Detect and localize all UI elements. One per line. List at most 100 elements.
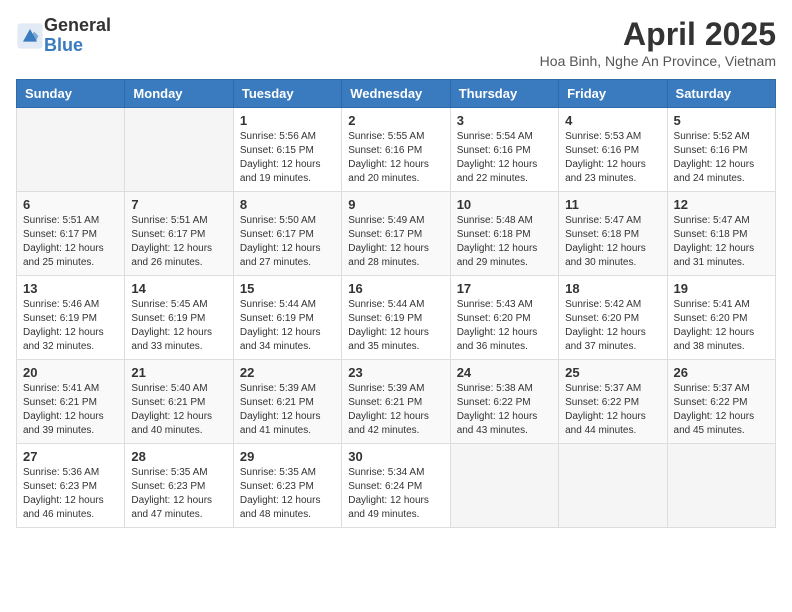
calendar-day-cell: 11Sunrise: 5:47 AM Sunset: 6:18 PM Dayli… bbox=[559, 192, 667, 276]
day-info: Sunrise: 5:50 AM Sunset: 6:17 PM Dayligh… bbox=[240, 214, 335, 270]
day-number: 15 bbox=[240, 281, 335, 296]
day-info: Sunrise: 5:44 AM Sunset: 6:19 PM Dayligh… bbox=[348, 298, 443, 354]
day-number: 20 bbox=[23, 365, 118, 380]
calendar-body: 1 Sunrise: 5:56 AM Sunset: 6:15 PM Daylig… bbox=[17, 108, 776, 528]
day-info: Sunrise: 5:37 AM Sunset: 6:22 PM Dayligh… bbox=[674, 382, 769, 438]
day-info: Sunrise: 5:38 AM Sunset: 6:22 PM Dayligh… bbox=[457, 382, 552, 438]
day-number: 3 bbox=[457, 113, 552, 128]
day-number: 22 bbox=[240, 365, 335, 380]
calendar-day-header: Sunday bbox=[17, 80, 125, 108]
calendar-week-row: 1 Sunrise: 5:56 AM Sunset: 6:15 PM Daylig… bbox=[17, 108, 776, 192]
day-number: 27 bbox=[23, 449, 118, 464]
day-number: 19 bbox=[674, 281, 769, 296]
day-info: Sunrise: 5:42 AM Sunset: 6:20 PM Dayligh… bbox=[565, 298, 660, 354]
calendar-day-header: Saturday bbox=[667, 80, 775, 108]
calendar-day-header: Wednesday bbox=[342, 80, 450, 108]
day-number: 26 bbox=[674, 365, 769, 380]
logo: General Blue bbox=[16, 16, 111, 56]
calendar-day-cell: 13 Sunrise: 5:46 AM Sunset: 6:19 PM Dayli… bbox=[17, 276, 125, 360]
day-number: 8 bbox=[240, 197, 335, 212]
calendar-week-row: 27 Sunrise: 5:36 AM Sunset: 6:23 PM Dayli… bbox=[17, 444, 776, 528]
logo-general-text: General bbox=[44, 15, 111, 35]
day-info: Sunrise: 5:39 AM Sunset: 6:21 PM Dayligh… bbox=[240, 382, 335, 438]
calendar-day-cell: 22 Sunrise: 5:39 AM Sunset: 6:21 PM Dayli… bbox=[233, 360, 341, 444]
calendar-day-cell: 20 Sunrise: 5:41 AM Sunset: 6:21 PM Dayli… bbox=[17, 360, 125, 444]
day-info: Sunrise: 5:54 AM Sunset: 6:16 PM Dayligh… bbox=[457, 130, 552, 186]
day-number: 6 bbox=[23, 197, 118, 212]
day-number: 29 bbox=[240, 449, 335, 464]
calendar-week-row: 6 Sunrise: 5:51 AM Sunset: 6:17 PM Daylig… bbox=[17, 192, 776, 276]
day-info: Sunrise: 5:43 AM Sunset: 6:20 PM Dayligh… bbox=[457, 298, 552, 354]
calendar-day-cell: 30 Sunrise: 5:34 AM Sunset: 6:24 PM Dayli… bbox=[342, 444, 450, 528]
day-number: 10 bbox=[457, 197, 552, 212]
day-info: Sunrise: 5:39 AM Sunset: 6:21 PM Dayligh… bbox=[348, 382, 443, 438]
calendar-day-cell: 25 Sunrise: 5:37 AM Sunset: 6:22 PM Dayli… bbox=[559, 360, 667, 444]
day-number: 11 bbox=[565, 197, 660, 212]
calendar-day-cell bbox=[17, 108, 125, 192]
logo-blue-text: Blue bbox=[44, 35, 83, 55]
calendar-day-cell: 27 Sunrise: 5:36 AM Sunset: 6:23 PM Dayli… bbox=[17, 444, 125, 528]
calendar-day-cell: 3 Sunrise: 5:54 AM Sunset: 6:16 PM Daylig… bbox=[450, 108, 558, 192]
calendar-day-cell: 24 Sunrise: 5:38 AM Sunset: 6:22 PM Dayli… bbox=[450, 360, 558, 444]
day-info: Sunrise: 5:49 AM Sunset: 6:17 PM Dayligh… bbox=[348, 214, 443, 270]
day-number: 17 bbox=[457, 281, 552, 296]
calendar-day-cell: 12 Sunrise: 5:47 AM Sunset: 6:18 PM Dayli… bbox=[667, 192, 775, 276]
day-info: Sunrise: 5:37 AM Sunset: 6:22 PM Dayligh… bbox=[565, 382, 660, 438]
calendar-day-cell bbox=[450, 444, 558, 528]
day-number: 13 bbox=[23, 281, 118, 296]
day-info: Sunrise: 5:35 AM Sunset: 6:23 PM Dayligh… bbox=[240, 466, 335, 522]
day-info: Sunrise: 5:40 AM Sunset: 6:21 PM Dayligh… bbox=[131, 382, 226, 438]
calendar-day-cell: 29 Sunrise: 5:35 AM Sunset: 6:23 PM Dayli… bbox=[233, 444, 341, 528]
day-number: 12 bbox=[674, 197, 769, 212]
day-info: Sunrise: 5:51 AM Sunset: 6:17 PM Dayligh… bbox=[131, 214, 226, 270]
calendar-day-cell: 19 Sunrise: 5:41 AM Sunset: 6:20 PM Dayli… bbox=[667, 276, 775, 360]
day-info: Sunrise: 5:47 AM Sunset: 6:18 PM Dayligh… bbox=[674, 214, 769, 270]
day-number: 28 bbox=[131, 449, 226, 464]
day-info: Sunrise: 5:36 AM Sunset: 6:23 PM Dayligh… bbox=[23, 466, 118, 522]
calendar-day-cell: 10Sunrise: 5:48 AM Sunset: 6:18 PM Dayli… bbox=[450, 192, 558, 276]
day-number: 2 bbox=[348, 113, 443, 128]
calendar-day-header: Thursday bbox=[450, 80, 558, 108]
day-number: 16 bbox=[348, 281, 443, 296]
calendar-day-header: Friday bbox=[559, 80, 667, 108]
calendar-day-cell: 15Sunrise: 5:44 AM Sunset: 6:19 PM Dayli… bbox=[233, 276, 341, 360]
day-info: Sunrise: 5:45 AM Sunset: 6:19 PM Dayligh… bbox=[131, 298, 226, 354]
header: General Blue April 2025 Hoa Binh, Nghe A… bbox=[16, 16, 776, 69]
calendar-day-cell: 14Sunrise: 5:45 AM Sunset: 6:19 PM Dayli… bbox=[125, 276, 233, 360]
day-info: Sunrise: 5:55 AM Sunset: 6:16 PM Dayligh… bbox=[348, 130, 443, 186]
calendar-day-cell: 7Sunrise: 5:51 AM Sunset: 6:17 PM Daylig… bbox=[125, 192, 233, 276]
day-info: Sunrise: 5:56 AM Sunset: 6:15 PM Dayligh… bbox=[240, 130, 335, 186]
calendar-title: April 2025 bbox=[540, 16, 776, 53]
calendar-week-row: 13 Sunrise: 5:46 AM Sunset: 6:19 PM Dayli… bbox=[17, 276, 776, 360]
day-number: 18 bbox=[565, 281, 660, 296]
calendar-day-cell: 4 Sunrise: 5:53 AM Sunset: 6:16 PM Daylig… bbox=[559, 108, 667, 192]
day-number: 25 bbox=[565, 365, 660, 380]
calendar-day-header: Monday bbox=[125, 80, 233, 108]
day-info: Sunrise: 5:35 AM Sunset: 6:23 PM Dayligh… bbox=[131, 466, 226, 522]
day-number: 21 bbox=[131, 365, 226, 380]
day-info: Sunrise: 5:34 AM Sunset: 6:24 PM Dayligh… bbox=[348, 466, 443, 522]
calendar-day-cell: 18 Sunrise: 5:42 AM Sunset: 6:20 PM Dayli… bbox=[559, 276, 667, 360]
day-number: 5 bbox=[674, 113, 769, 128]
day-info: Sunrise: 5:53 AM Sunset: 6:16 PM Dayligh… bbox=[565, 130, 660, 186]
day-info: Sunrise: 5:41 AM Sunset: 6:20 PM Dayligh… bbox=[674, 298, 769, 354]
day-number: 9 bbox=[348, 197, 443, 212]
calendar-day-cell: 28 Sunrise: 5:35 AM Sunset: 6:23 PM Dayli… bbox=[125, 444, 233, 528]
day-number: 24 bbox=[457, 365, 552, 380]
calendar-day-cell: 26 Sunrise: 5:37 AM Sunset: 6:22 PM Dayli… bbox=[667, 360, 775, 444]
calendar-day-cell: 17 Sunrise: 5:43 AM Sunset: 6:20 PM Dayli… bbox=[450, 276, 558, 360]
day-number: 4 bbox=[565, 113, 660, 128]
day-info: Sunrise: 5:41 AM Sunset: 6:21 PM Dayligh… bbox=[23, 382, 118, 438]
day-info: Sunrise: 5:46 AM Sunset: 6:19 PM Dayligh… bbox=[23, 298, 118, 354]
calendar-day-cell: 21 Sunrise: 5:40 AM Sunset: 6:21 PM Dayli… bbox=[125, 360, 233, 444]
calendar-day-cell: 8 Sunrise: 5:50 AM Sunset: 6:17 PM Daylig… bbox=[233, 192, 341, 276]
calendar-day-header: Tuesday bbox=[233, 80, 341, 108]
calendar-day-cell: 6Sunrise: 5:51 AM Sunset: 6:17 PM Daylig… bbox=[17, 192, 125, 276]
day-number: 1 bbox=[240, 113, 335, 128]
calendar-day-cell: 9 Sunrise: 5:49 AM Sunset: 6:17 PM Daylig… bbox=[342, 192, 450, 276]
calendar-header-row: SundayMondayTuesdayWednesdayThursdayFrid… bbox=[17, 80, 776, 108]
calendar-day-cell: 16 Sunrise: 5:44 AM Sunset: 6:19 PM Dayli… bbox=[342, 276, 450, 360]
title-area: April 2025 Hoa Binh, Nghe An Province, V… bbox=[540, 16, 776, 69]
day-info: Sunrise: 5:52 AM Sunset: 6:16 PM Dayligh… bbox=[674, 130, 769, 186]
day-number: 30 bbox=[348, 449, 443, 464]
